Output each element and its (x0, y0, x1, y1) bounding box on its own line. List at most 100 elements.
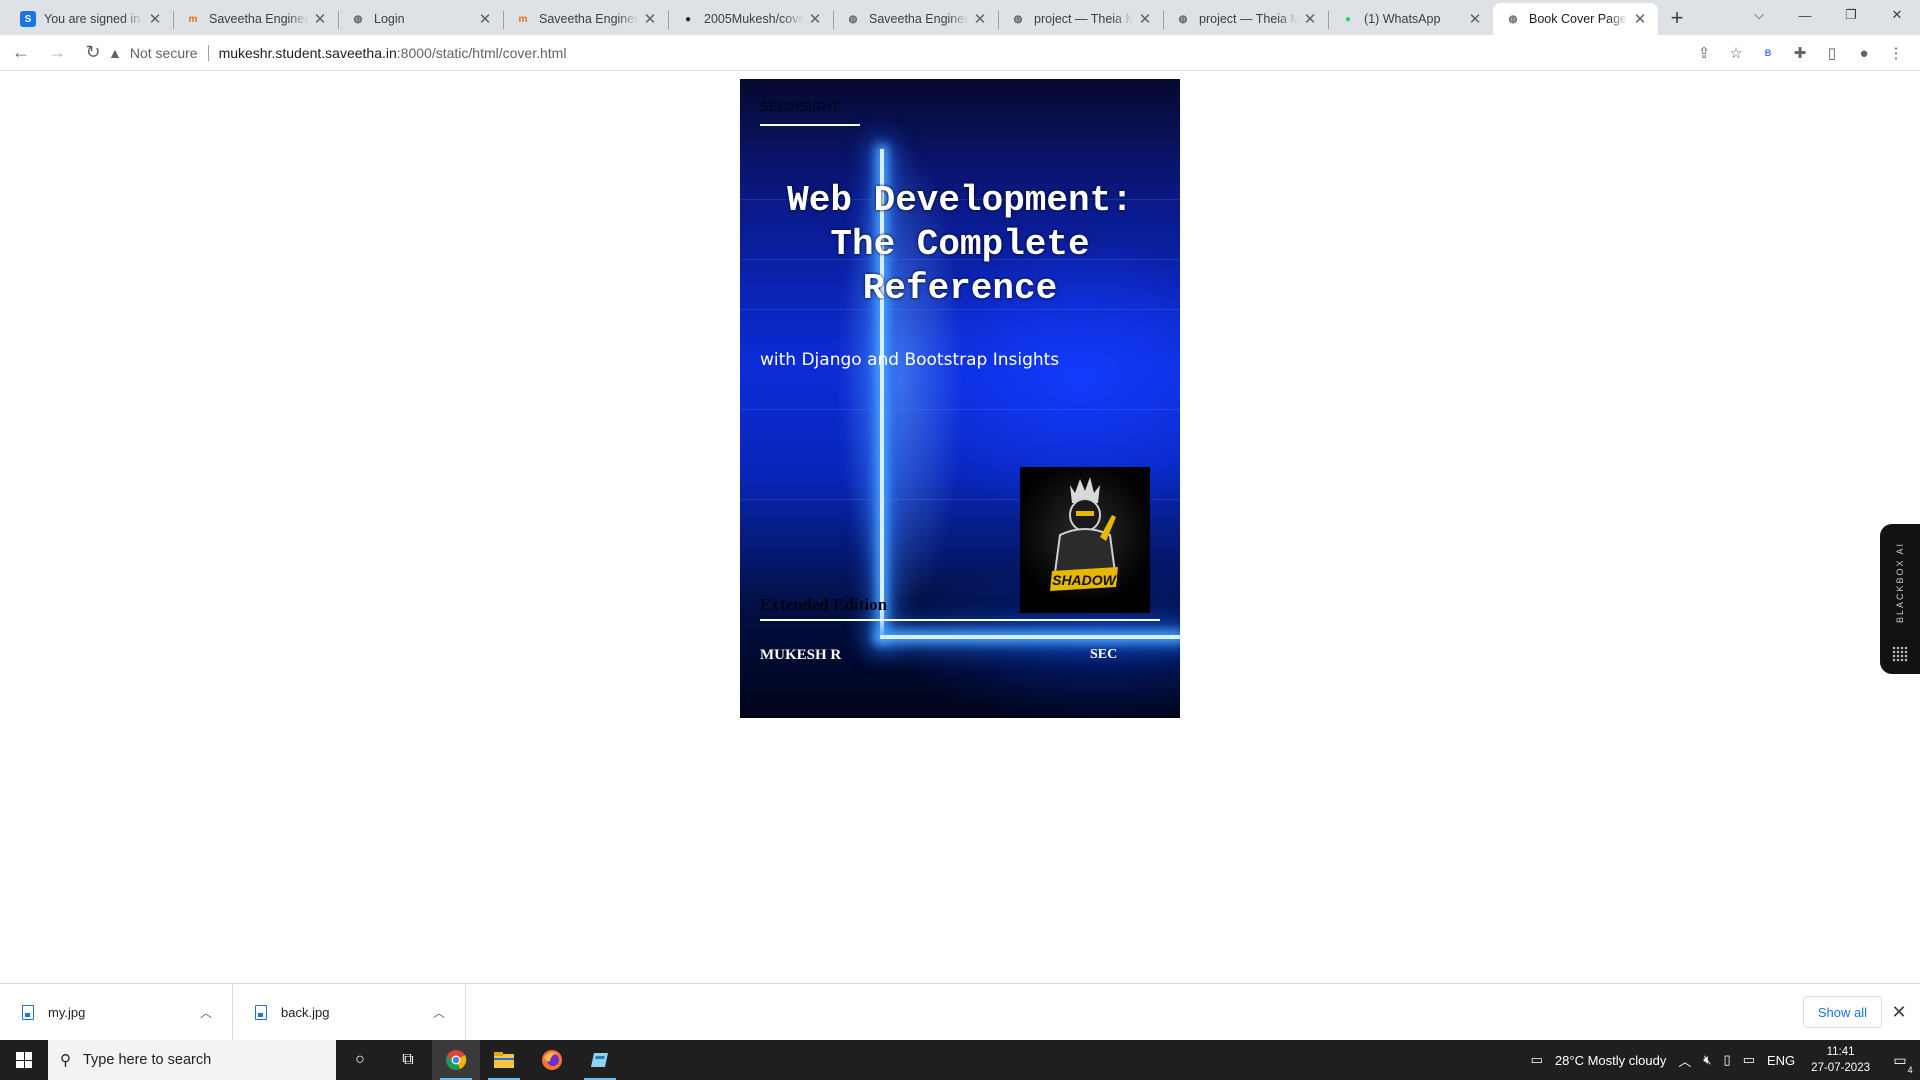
cortana-icon[interactable]: ○ (336, 1040, 384, 1080)
globe-favicon-icon: ◍ (353, 13, 363, 25)
back-button[interactable]: ← (6, 38, 36, 68)
close-tab-icon[interactable]: ✕ (972, 11, 988, 28)
close-tab-icon[interactable]: ✕ (477, 11, 493, 28)
downloads-bar: my.jpg ︿ back.jpg ︿ Show all ✕ (0, 983, 1920, 1041)
windows-logo-icon (16, 1052, 32, 1068)
notes-app-icon[interactable] (576, 1040, 624, 1080)
globe-favicon-icon: ◍ (1508, 13, 1518, 25)
file-explorer-icon[interactable] (480, 1040, 528, 1080)
title-line: Reference (862, 268, 1058, 309)
browser-toolbar: ← → ↻ ▲ Not secure mukeshr.student.savee… (0, 35, 1920, 71)
chevron-up-icon[interactable]: ︿ (1672, 1040, 1697, 1080)
browser-tab[interactable]: ◍ Login ✕ (338, 3, 503, 35)
tab-list: S You are signed in as ✕ m Saveetha Engineer… (0, 0, 1692, 35)
tab-title: Login (374, 12, 405, 26)
language-indicator[interactable]: ENG (1761, 1040, 1801, 1080)
book-cover: SECINSIGHT Web Development: The Complete… (740, 79, 1180, 718)
weather-text[interactable]: 28°C Mostly cloudy (1549, 1040, 1672, 1080)
browser-tab[interactable]: ◍ project — Theia Mukesh ✕ (1163, 3, 1328, 35)
minimize-button[interactable]: — (1782, 0, 1828, 30)
battery-icon[interactable]: ▯ (1718, 1040, 1737, 1080)
notification-center-icon[interactable]: ▭ 4 (1880, 1040, 1920, 1080)
tab-title: (1) WhatsApp (1364, 12, 1441, 26)
close-downloads-icon[interactable]: ✕ (1888, 998, 1910, 1026)
download-item[interactable]: back.jpg ︿ (233, 983, 466, 1041)
menu-kebab-icon[interactable]: ⋮ (1880, 38, 1912, 68)
extension-b-icon[interactable]: B (1752, 38, 1784, 68)
chrome-icon[interactable] (432, 1040, 480, 1080)
globe-favicon-icon: ◍ (848, 13, 858, 25)
download-item[interactable]: my.jpg ︿ (0, 983, 233, 1041)
page-viewport: SECINSIGHT Web Development: The Complete… (0, 71, 1920, 983)
weather-icon[interactable]: ▭ (1525, 1040, 1549, 1080)
site-favicon-icon: m (188, 13, 198, 25)
network-icon[interactable]: ▭ (1737, 1040, 1761, 1080)
profile-avatar-icon[interactable]: ● (1848, 38, 1880, 68)
forward-button[interactable]: → (42, 38, 72, 68)
close-tab-icon[interactable]: ✕ (1632, 11, 1648, 28)
tab-title: project — Theia Mukesh (1199, 12, 1298, 26)
site-favicon-icon: S (20, 11, 36, 27)
start-button[interactable] (0, 1040, 48, 1080)
publisher-underline (760, 124, 860, 126)
browser-tab[interactable]: ● (1) WhatsApp ✕ (1328, 3, 1493, 35)
chevron-up-icon[interactable]: ︿ (433, 1004, 445, 1021)
maximize-button[interactable]: ❐ (1828, 0, 1874, 30)
speaker-muted-icon[interactable]: 🔇︎ (1697, 1040, 1717, 1080)
browser-tab[interactable]: m Saveetha Engineering ✕ (173, 3, 338, 35)
browser-tab[interactable]: ◍ project — Theia Mukesh ✕ (998, 3, 1163, 35)
browser-tab[interactable]: ◍ Saveetha Engineering ✕ (833, 3, 998, 35)
close-tab-icon[interactable]: ✕ (1467, 11, 1483, 28)
shadow-mascot-icon: SHADOW (1050, 477, 1118, 591)
url-path[interactable]: :8000/static/html/cover.html (397, 45, 567, 61)
close-tab-icon[interactable]: ✕ (1137, 11, 1153, 28)
chevron-up-icon[interactable]: ︿ (200, 1004, 212, 1021)
browser-tab[interactable]: m Saveetha Engineering ✕ (503, 3, 668, 35)
edition-rule (760, 619, 1160, 621)
browser-tab[interactable]: ● 2005Mukesh/cover ✕ (668, 3, 833, 35)
close-window-button[interactable]: ✕ (1874, 0, 1920, 30)
extensions-puzzle-icon[interactable]: ✚ (1784, 38, 1816, 68)
image-file-icon (255, 1004, 267, 1020)
browser-tab[interactable]: S You are signed in as ✕ (8, 3, 173, 35)
taskbar-search[interactable]: ⚲ Type here to search (48, 1040, 336, 1080)
blackbox-ai-side-tab[interactable]: BLACKBOX AI (1880, 524, 1920, 674)
close-tab-icon[interactable]: ✕ (807, 11, 823, 28)
globe-favicon-icon: ◍ (1013, 13, 1023, 25)
new-tab-button[interactable]: + (1662, 3, 1692, 33)
task-view-icon[interactable]: ⧉ (384, 1040, 432, 1080)
scanline (740, 409, 1180, 410)
browser-tab[interactable]: ◍ Book Cover Page ✕ (1493, 3, 1658, 35)
whatsapp-favicon-icon: ● (1344, 13, 1352, 25)
glow-line-horizontal (880, 635, 1180, 639)
windows-taskbar: ⚲ Type here to search ○ ⧉ ▭ 28°C Mostly … (0, 1040, 1920, 1080)
address-bar[interactable]: ▲ Not secure mukeshr.student.saveetha.in… (108, 38, 1780, 67)
image-file-icon (22, 1004, 34, 1020)
tab-title: Saveetha Engineering (869, 12, 968, 26)
reload-button[interactable]: ↻ (78, 38, 108, 68)
close-tab-icon[interactable]: ✕ (642, 11, 658, 28)
bookmark-star-icon[interactable]: ☆ (1720, 38, 1752, 68)
close-tab-icon[interactable]: ✕ (312, 11, 328, 28)
url-host[interactable]: mukeshr.student.saveetha.in (219, 45, 397, 61)
security-label[interactable]: Not secure (130, 45, 198, 61)
tab-title: project — Theia Mukesh (1034, 12, 1133, 26)
download-filename[interactable]: my.jpg (48, 1005, 200, 1020)
search-icon: ⚲ (60, 1052, 71, 1069)
show-all-button[interactable]: Show all (1802, 996, 1882, 1028)
title-line: The Complete (830, 224, 1090, 265)
clock-time: 11:41 (1826, 1046, 1855, 1058)
close-tab-icon[interactable]: ✕ (1302, 11, 1318, 28)
side-panel-icon[interactable]: ▯ (1816, 38, 1848, 68)
share-icon[interactable]: ⇪ (1688, 38, 1720, 68)
firefox-icon[interactable] (528, 1040, 576, 1080)
close-tab-icon[interactable]: ✕ (147, 11, 163, 28)
search-placeholder[interactable]: Type here to search (83, 1052, 211, 1068)
clock[interactable]: 11:41 27-07-2023 (1801, 1044, 1880, 1076)
tab-search-icon[interactable]: ⌵ (1736, 0, 1782, 30)
tab-title: You are signed in as (44, 12, 143, 26)
tab-title: Saveetha Engineering (209, 12, 308, 26)
warning-icon[interactable]: ▲ (108, 45, 122, 61)
blackbox-label: BLACKBOX AI (1895, 542, 1905, 624)
download-filename[interactable]: back.jpg (281, 1005, 433, 1020)
